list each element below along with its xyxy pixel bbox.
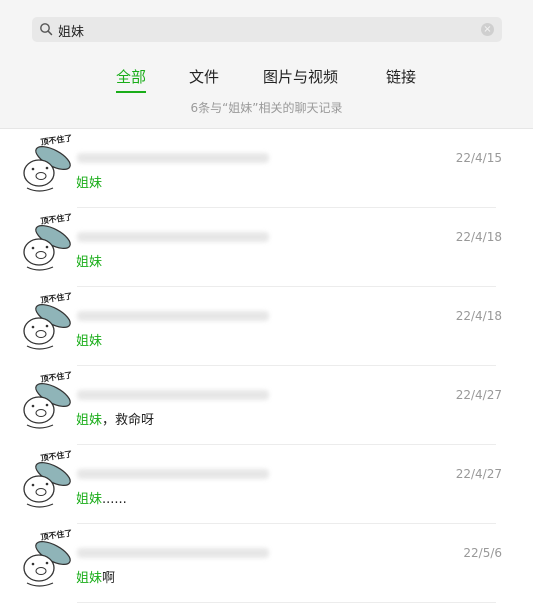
- avatar: 顶不住了: [23, 292, 73, 350]
- avatar-caption: 顶不住了: [40, 529, 73, 542]
- message-rest: ，救命呀: [102, 413, 155, 428]
- keyword-highlight: 姐妹: [76, 255, 103, 270]
- message-date: 22/4/27: [455, 388, 502, 402]
- blurred-sender: [77, 153, 269, 163]
- message-date: 22/4/18: [455, 230, 502, 244]
- list-item[interactable]: 顶不住了 22/5/6 姐妹啊: [0, 524, 533, 603]
- avatar-caption: 顶不住了: [40, 213, 73, 226]
- tab-links[interactable]: 链接: [386, 66, 416, 87]
- blurred-sender: [77, 311, 269, 321]
- list-item[interactable]: 顶不住了 22/4/15 姐妹: [0, 129, 533, 208]
- message-snippet: 姐妹，救命呀: [76, 409, 154, 428]
- divider: [77, 602, 496, 603]
- blurred-sender: [77, 469, 269, 479]
- result-list: 顶不住了 22/4/15 姐妹 顶不住了 22/4/18 姐妹 顶不住了 22/…: [0, 129, 533, 611]
- message-snippet: 姐妹: [76, 251, 102, 270]
- result-tabs: 全部 文件 图片与视频 链接: [0, 66, 533, 93]
- list-item[interactable]: 顶不住了 22/4/27 姐妹......: [0, 445, 533, 524]
- message-rest: 啊: [102, 571, 116, 586]
- clear-search-icon[interactable]: ×: [481, 23, 494, 36]
- blurred-sender: [77, 232, 269, 242]
- blurred-sender: [77, 548, 269, 558]
- tab-media[interactable]: 图片与视频: [263, 66, 338, 87]
- list-item[interactable]: 顶不住了 22/4/18 姐妹: [0, 208, 533, 287]
- avatar: 顶不住了: [23, 529, 73, 587]
- avatar-caption: 顶不住了: [40, 450, 73, 463]
- message-snippet: 姐妹: [76, 172, 102, 191]
- avatar: 顶不住了: [23, 134, 73, 192]
- keyword-highlight: 姐妹: [76, 492, 103, 507]
- tab-files[interactable]: 文件: [189, 66, 219, 87]
- message-date: 22/4/15: [455, 151, 502, 165]
- avatar: 顶不住了: [23, 450, 73, 508]
- message-date: 22/4/18: [455, 309, 502, 323]
- message-snippet: 姐妹啊: [76, 567, 115, 586]
- search-input[interactable]: [56, 19, 480, 42]
- list-item[interactable]: 顶不住了 22/4/27 姐妹，救命呀: [0, 366, 533, 445]
- list-item[interactable]: 顶不住了 22/4/18 姐妹: [0, 287, 533, 366]
- avatar: 顶不住了: [23, 371, 73, 429]
- avatar-caption: 顶不住了: [40, 292, 73, 305]
- keyword-highlight: 姐妹: [76, 413, 103, 428]
- blurred-sender: [77, 390, 269, 400]
- avatar-caption: 顶不住了: [40, 371, 73, 384]
- search-icon: [40, 23, 53, 36]
- keyword-highlight: 姐妹: [76, 176, 103, 191]
- avatar-caption: 顶不住了: [40, 134, 73, 147]
- result-summary: 6条与“姐妹”相关的聊天记录: [190, 101, 343, 115]
- keyword-highlight: 姐妹: [76, 571, 103, 586]
- message-snippet: 姐妹......: [76, 488, 127, 507]
- keyword-highlight: 姐妹: [76, 334, 103, 349]
- message-date: 22/4/27: [455, 467, 502, 481]
- avatar: 顶不住了: [23, 213, 73, 271]
- search-header: × 全部 文件 图片与视频 链接 6条与“姐妹”相关的聊天记录: [0, 0, 533, 129]
- message-rest: ......: [102, 492, 127, 507]
- message-snippet: 姐妹: [76, 330, 102, 349]
- message-date: 22/5/6: [463, 546, 502, 560]
- tab-all[interactable]: 全部: [116, 66, 147, 93]
- search-box[interactable]: ×: [32, 17, 502, 42]
